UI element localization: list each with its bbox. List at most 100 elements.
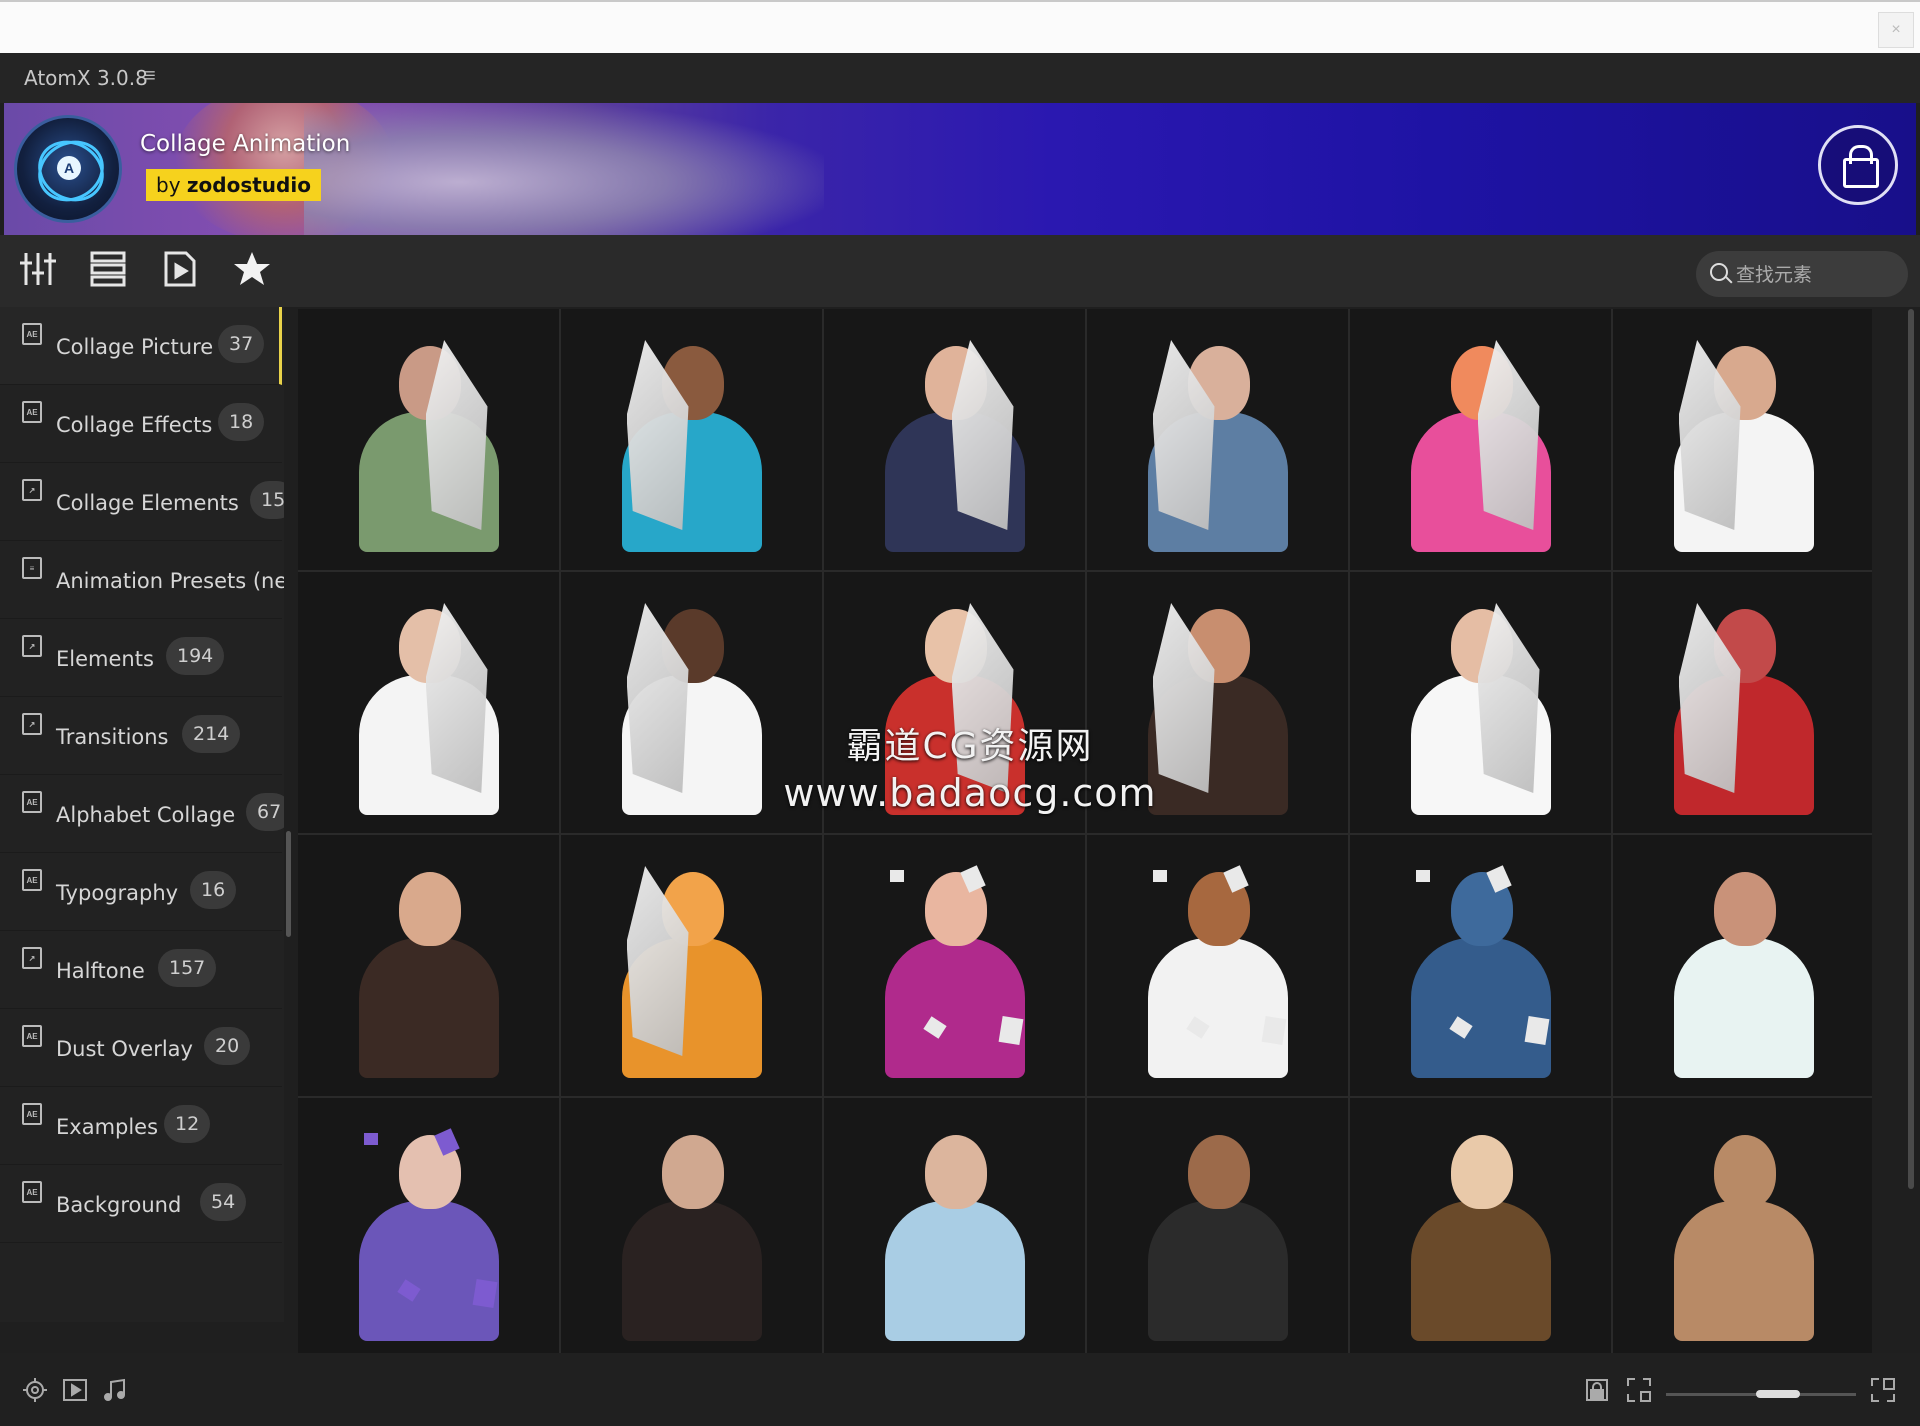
asset-thumbnail[interactable] [1613,572,1872,833]
asset-thumbnail[interactable] [561,835,822,1096]
asset-thumbnail[interactable] [561,309,822,570]
collage-person-image [1669,336,1819,556]
asset-thumbnail[interactable] [298,1098,559,1353]
item-count-badge: 214 [182,715,241,753]
play-preview-icon[interactable] [62,1377,88,1403]
sidebar-item[interactable]: ↗ Transitions 214 [0,697,282,775]
asset-thumbnail[interactable] [1613,1098,1872,1353]
sidebar-item[interactable]: ↗ Elements 194 [0,619,282,697]
asset-thumbnail[interactable] [1350,1098,1611,1353]
search-input[interactable] [1734,259,1898,291]
asset-thumbnail[interactable] [1350,835,1611,1096]
asset-thumbnail[interactable] [824,835,1085,1096]
collage-person-image [617,1125,767,1345]
item-count-badge: 18 [218,403,265,441]
collage-person-image [1143,336,1293,556]
sidebar-item-label: Dust Overlay [56,1037,193,1061]
sidebar-item[interactable]: AE Alphabet Collage 67 [0,775,284,853]
item-count-badge: 12 [164,1105,211,1143]
asset-thumbnail[interactable] [298,835,559,1096]
collage-person-image [354,862,504,1082]
favorites-star-icon[interactable] [232,249,272,289]
music-note-icon[interactable] [102,1377,128,1403]
asset-thumbnail[interactable] [824,1098,1085,1353]
video-file-icon[interactable] [160,249,200,289]
sidebar-item-label: Typography [56,881,179,905]
asset-thumbnail[interactable] [1087,1098,1348,1353]
collage-person-image [1669,862,1819,1082]
collage-person-image [880,1125,1030,1345]
author-name: zodostudio [186,173,311,197]
sidebar-item[interactable]: ↗ Collage Elements 15 [0,463,284,541]
asset-thumbnail[interactable] [298,309,559,570]
window-close-button[interactable]: × [1878,12,1914,48]
collage-person-image [1143,1125,1293,1345]
asset-thumbnail[interactable] [1087,309,1348,570]
slider-knob[interactable] [1756,1390,1800,1398]
sidebar-item-label: Examples [56,1115,159,1139]
item-count-badge: 20 [204,1027,251,1065]
asset-thumbnail[interactable] [1613,309,1872,570]
collage-person-image [1406,862,1556,1082]
list-view-icon[interactable] [88,249,128,289]
search-icon [1710,263,1728,281]
sidebar-item-label: Alphabet Collage [56,803,236,827]
thumbnail-size-slider[interactable] [1666,1390,1856,1398]
item-count-badge: 54 [200,1183,247,1221]
asset-thumbnail[interactable] [561,1098,822,1353]
sidebar-item-label: Animation Presets (ne [56,569,284,593]
fit-size-icon[interactable] [1626,1377,1652,1403]
ae-file-icon: AE [22,1103,42,1125]
asset-thumbnail[interactable] [824,309,1085,570]
sidebar-item[interactable]: AE Collage Picture 37 [0,307,282,385]
target-icon[interactable] [22,1377,48,1403]
sidebar-item[interactable]: AE Typography 16 [0,853,282,931]
item-count-badge: 37 [218,325,265,363]
import-icon: ↗ [22,947,42,969]
expand-icon[interactable] [1870,1377,1896,1403]
sidebar-item[interactable]: AE Collage Effects 18 [0,385,282,463]
app-title: AtomX 3.0.8 [24,66,148,90]
grid-scrollbar[interactable] [1908,309,1914,1189]
sidebar-item-label: Collage Elements [56,491,239,515]
asset-thumbnail[interactable] [1087,835,1348,1096]
sidebar-scrollbar[interactable] [286,831,291,937]
item-count-badge: 67 [246,793,284,831]
collage-person-image [617,862,767,1082]
item-count-badge: 16 [190,871,237,909]
shop-button[interactable] [1818,125,1898,205]
collage-person-image [354,1125,504,1345]
collage-person-image [617,599,767,819]
author-badge: by zodostudio [146,169,321,201]
collage-person-image [880,336,1030,556]
sidebar-item[interactable]: ↗ Halftone 157 [0,931,282,1009]
lock-icon[interactable] [1584,1377,1610,1403]
asset-thumbnail[interactable] [1613,835,1872,1096]
author-by: by [156,173,181,197]
asset-thumbnail[interactable] [1350,309,1611,570]
search-box[interactable] [1696,251,1908,297]
sliders-icon[interactable] [18,249,58,289]
ae-file-icon: AE [22,323,42,345]
import-icon: ↗ [22,713,42,735]
window-top-strip: × [0,0,1920,53]
sidebar-item[interactable]: ≡ Animation Presets (ne [0,541,284,619]
watermark-line2: www.badaocg.com [783,771,1157,815]
menu-icon[interactable]: ≡ [144,65,156,88]
sidebar-item-label: Transitions [56,725,169,749]
pack-banner[interactable]: A Collage Animation by zodostudio [4,103,1916,235]
item-count-badge: 157 [158,949,217,987]
collage-person-image [354,599,504,819]
collage-person-image [1143,862,1293,1082]
asset-thumbnail[interactable] [298,572,559,833]
collage-person-image [1669,1125,1819,1345]
collage-person-image [1406,336,1556,556]
ae-file-icon: AE [22,401,42,423]
ae-file-icon: AE [22,1025,42,1047]
sidebar-item[interactable]: AE Examples 12 [0,1087,282,1165]
watermark: 霸道CG资源网 www.badaocg.com [760,717,1180,815]
sidebar-item[interactable]: AE Dust Overlay 20 [0,1009,282,1087]
ae-file-icon: AE [22,791,42,813]
sidebar-item[interactable]: AE Background 54 [0,1165,282,1243]
asset-thumbnail[interactable] [1350,572,1611,833]
